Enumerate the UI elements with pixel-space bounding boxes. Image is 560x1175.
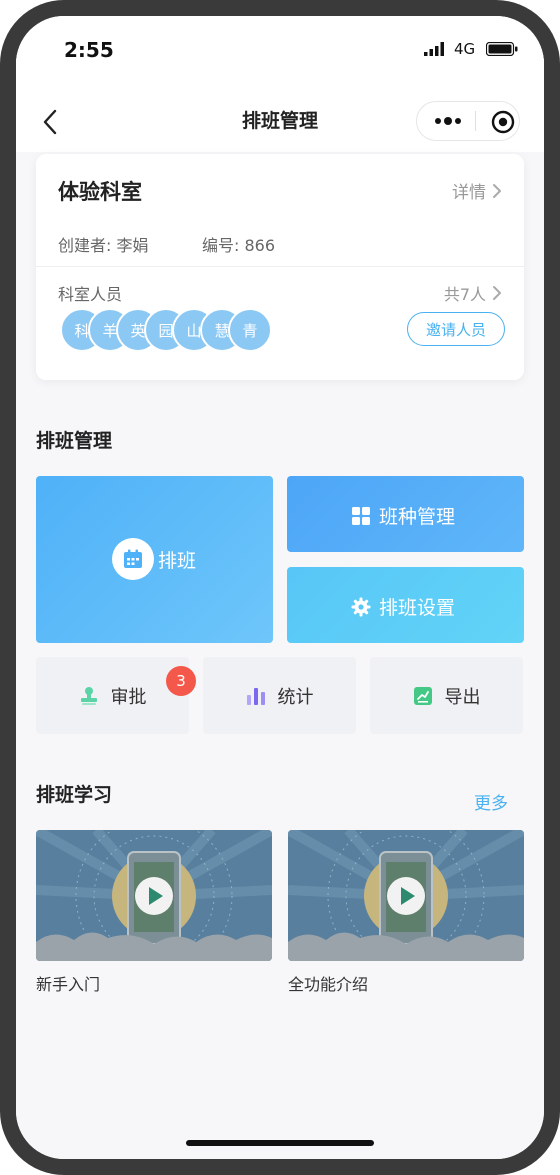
video-thumbnail[interactable]	[288, 830, 524, 961]
number-label: 编号: 866	[202, 236, 276, 255]
calendar-icon	[112, 538, 154, 580]
video-thumbnail-art	[288, 830, 524, 961]
screen: 2:55 4G 排班管理 体验科室 详情 创建者: 李娟 编号: 866 科室人…	[16, 16, 544, 1159]
more-link[interactable]: 更多	[474, 789, 508, 814]
settings-label: 排班设置	[379, 597, 456, 619]
invite-button[interactable]: 邀请人员	[407, 312, 505, 346]
signal-icon	[424, 42, 444, 56]
video-thumbnail[interactable]	[36, 830, 272, 961]
more-icon[interactable]	[433, 113, 463, 129]
department-card: 体验科室 详情 创建者: 李娟 编号: 866 科室人员 共7人 科 羊 英 园…	[36, 154, 524, 380]
department-name: 体验科室	[58, 180, 142, 204]
stats-tile[interactable]: 统计	[203, 657, 356, 734]
detail-label: 详情	[452, 183, 486, 203]
shift-tile-content: 班种管理	[351, 502, 455, 529]
approve-label: 审批	[110, 686, 147, 708]
mini-program-capsule	[416, 101, 520, 141]
settings-tile-content: 排班设置	[351, 593, 455, 620]
bar-chart-icon	[246, 687, 265, 705]
export-label: 导出	[444, 686, 481, 708]
schedule-label: 排班	[158, 549, 197, 572]
battery-icon	[486, 42, 518, 56]
shift-label: 班种管理	[379, 506, 456, 528]
stamp-icon	[80, 686, 97, 705]
status-time: 2:55	[64, 38, 114, 62]
shift-management-tile[interactable]: 班种管理	[287, 476, 524, 552]
schedule-section-title: 排班管理	[36, 430, 113, 452]
chevron-right-icon	[493, 286, 501, 300]
chevron-right-icon	[493, 183, 501, 198]
schedule-tile[interactable]: 排班	[36, 476, 273, 643]
status-bar: 2:55 4G	[16, 16, 544, 86]
video-card[interactable]: 新手入门	[36, 830, 272, 995]
approve-badge: 3	[166, 666, 196, 696]
avatar-row[interactable]: 科 羊 英 园 山 慧 青	[60, 308, 280, 352]
nav-bar: 排班管理	[16, 86, 544, 152]
capsule-divider	[475, 111, 476, 131]
learning-section-title: 排班学习	[36, 784, 113, 806]
export-icon	[413, 686, 432, 705]
export-tile[interactable]: 导出	[370, 657, 523, 734]
close-icon[interactable]	[491, 110, 515, 134]
video-title: 全功能介绍	[288, 975, 369, 994]
home-indicator	[186, 1140, 374, 1146]
members-count-link[interactable]: 共7人	[444, 281, 502, 305]
detail-link[interactable]: 详情	[452, 178, 502, 203]
members-count: 共7人	[443, 285, 486, 304]
card-divider	[36, 266, 524, 267]
video-title: 新手入门	[36, 975, 101, 994]
stats-label: 统计	[277, 686, 314, 708]
grid-icon	[352, 506, 370, 525]
avatar: 青	[228, 308, 272, 352]
video-card[interactable]: 全功能介绍	[288, 830, 524, 995]
schedule-settings-tile[interactable]: 排班设置	[287, 567, 524, 643]
network-label: 4G	[454, 40, 476, 58]
members-label: 科室人员	[58, 285, 123, 304]
phone-frame: 2:55 4G 排班管理 体验科室 详情 创建者: 李娟 编号: 866 科室人…	[0, 0, 560, 1175]
gear-icon	[351, 597, 371, 616]
schedule-tile-content: 排班	[112, 538, 196, 580]
creator-label: 创建者: 李娟	[58, 236, 149, 255]
video-thumbnail-art	[36, 830, 272, 961]
approve-tile[interactable]: 审批	[36, 657, 189, 734]
